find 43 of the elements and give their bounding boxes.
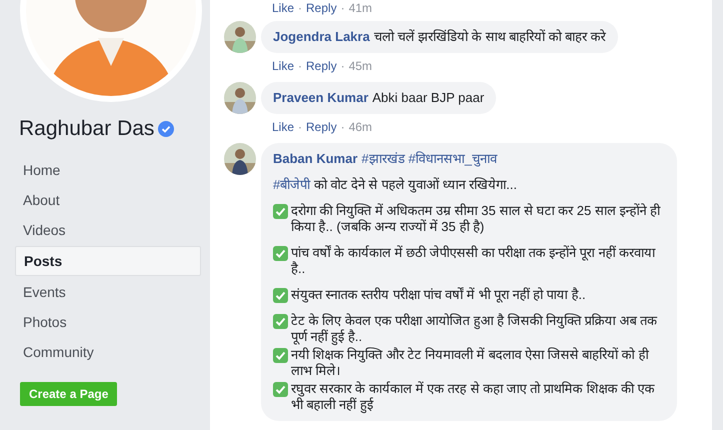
reply-link[interactable]: Reply <box>306 59 337 73</box>
comment-paragraph: नयी शिक्षक नियुक्ति और टेट नियमावली में बदलाव ऐसा जिससे बाहरियों को ही लाभ मिले। <box>291 347 650 379</box>
author-link[interactable]: Baban Kumar <box>273 151 358 166</box>
separator-dot: · <box>340 1 345 15</box>
reply-link[interactable]: Reply <box>306 1 337 15</box>
checkmark-icon <box>273 382 288 397</box>
comment-paragraph: संयुक्त स्नातक स्तरीय परीक्षा पांच वर्षों में भी पूरा नहीं हो पाया है.. <box>291 287 586 303</box>
page-name: Raghubar Das <box>19 117 154 141</box>
separator-dot: · <box>298 120 302 134</box>
reply-link[interactable]: Reply <box>306 120 337 134</box>
checkmark-icon <box>273 204 288 219</box>
like-link[interactable]: Like <box>272 59 294 73</box>
hashtag-link[interactable]: #बीजेपी <box>273 177 310 192</box>
author-link[interactable]: Praveen Kumar <box>273 90 368 105</box>
separator-dot: · <box>298 59 302 73</box>
comment-time: 46m <box>348 120 372 134</box>
comment-paragraph: रघुवर सरकार के कार्यकाल में एक तरह से कहा जाए तो प्राथमिक शिक्षक की एक भी बहाली नहीं हुई <box>291 381 656 413</box>
comment-paragraph: #बीजेपी को वोट देने से पहले युवाओं ध्यान रखियेगा... <box>273 177 518 193</box>
separator-dot: · <box>340 120 345 134</box>
like-link[interactable]: Like <box>272 120 294 134</box>
comment-text: Abki baar BJP paar <box>372 90 484 105</box>
checkmark-icon <box>273 288 288 303</box>
hashtag-link[interactable]: #झारखंड #विधानसभा_चुनाव <box>362 151 497 166</box>
like-link[interactable]: Like <box>272 1 294 15</box>
nav-item[interactable]: Events <box>15 277 201 307</box>
checkmark-icon <box>273 246 288 261</box>
comment-paragraph: दरोगा की नियुक्ति में अधिकतम उम्र सीमा 35 साल से घटा कर 25 साल इन्होंने ही किया है.. (जबकि अन्य राज्यों में 35 ही है) <box>291 203 662 235</box>
comment-paragraph: पांच वर्षों के कार्यकाल में छठी जेपीएससी का परीक्षा तक इन्होंने पूरा नहीं करवाया है.. <box>291 245 656 277</box>
comment-time: 45m <box>348 59 372 73</box>
separator-dot: · <box>340 59 345 73</box>
nav-item[interactable]: About <box>15 185 201 215</box>
nav-item[interactable]: Home <box>15 155 201 185</box>
nav-item[interactable]: Community <box>15 337 201 367</box>
comment-text: चलो चलें झरखिंडियो के साथ बाहरियों को बाहर करे <box>374 29 606 44</box>
comment-time: 41m <box>348 1 372 15</box>
checkmark-icon <box>273 314 288 329</box>
nav-item[interactable]: Videos <box>15 215 201 245</box>
separator-dot: · <box>298 1 302 15</box>
checkmark-icon <box>273 348 288 363</box>
nav-item[interactable]: Posts <box>15 246 201 276</box>
author-link[interactable]: Jogendra Lakra <box>273 29 370 44</box>
nav-item[interactable]: Photos <box>15 307 201 337</box>
comment-paragraph: टेट के लिए केवल एक परीक्षा आयोजित हुआ है जिसकी नियुक्ति प्रक्रिया अब तक पूर्ण नहीं हुई है.. <box>291 313 658 345</box>
